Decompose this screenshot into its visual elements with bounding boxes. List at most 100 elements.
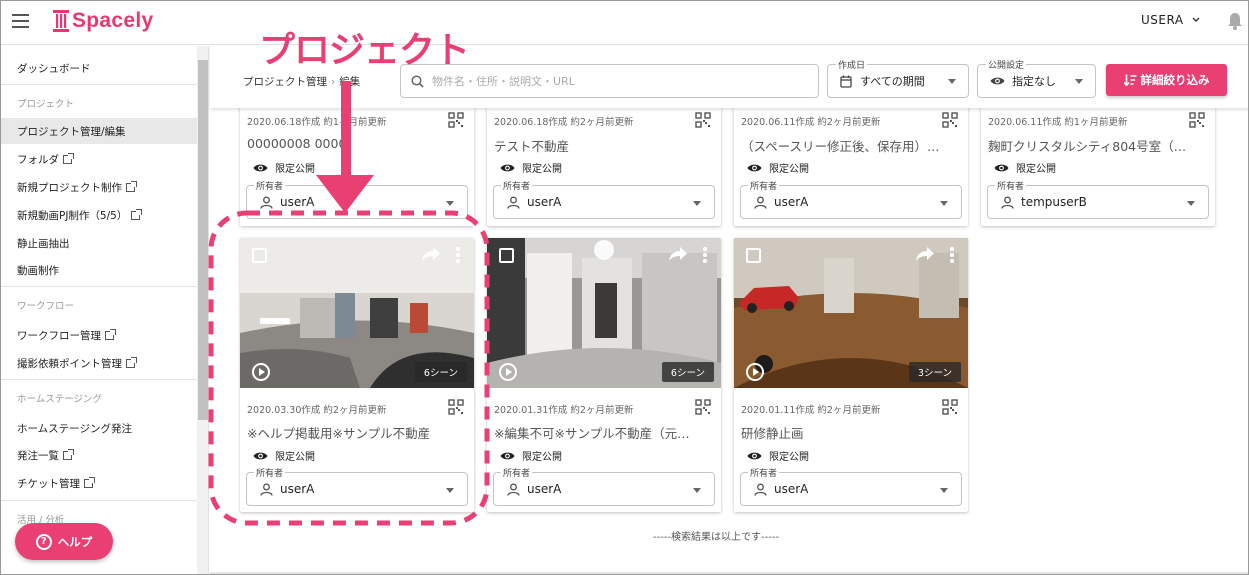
card-title[interactable]: ※編集不可※サンプル不動産（元… — [494, 423, 709, 442]
scene-count-badge: 6シーン — [414, 362, 467, 382]
card-date-meta: 2020.06.18作成 約2ヶ月前更新 — [494, 117, 634, 128]
sidebar-section-home-staging: ホームステージング — [17, 394, 103, 405]
visibility-label: 公開設定 — [986, 58, 1027, 71]
sidebar-item-label: ダッシュボード — [17, 62, 91, 75]
owner-select[interactable]: 所有者 userA — [246, 179, 468, 219]
qr-code-icon[interactable] — [695, 399, 711, 415]
select-checkbox[interactable] — [252, 248, 267, 263]
help-button[interactable]: ? ヘルプ — [15, 523, 113, 560]
search-placeholder: 物件名・住所・説明文・URL — [432, 75, 575, 88]
card-visibility: 限定公開 — [500, 448, 562, 463]
project-card[interactable]: 6シーン 2020.01.31作成 約2ヶ月前更新 ※編集不可※サンプル不動産（… — [487, 238, 721, 512]
spacely-logo[interactable]: Spacely — [53, 7, 154, 35]
owner-select[interactable]: 所有者 tempuserB — [987, 179, 1209, 219]
breadcrumb-separator: › — [331, 76, 336, 88]
share-icon[interactable] — [916, 247, 934, 261]
owner-label: 所有者 — [254, 179, 286, 192]
help-button-label: ヘルプ — [57, 534, 93, 549]
more-options-icon[interactable] — [950, 247, 954, 265]
qr-code-icon[interactable] — [448, 399, 464, 415]
breadcrumb: プロジェクト管理 › 編集 — [243, 74, 360, 89]
project-card[interactable]: 3シーン 2020.01.11作成 約2ヶ月前更新 研修静止画 限定公開 所有者… — [734, 238, 968, 512]
panorama-thumbnail[interactable]: 6シーン — [240, 238, 474, 388]
card-date-meta: 2020.06.18作成 約1ヶ月前更新 — [247, 117, 387, 128]
qr-code-icon[interactable] — [942, 112, 958, 128]
owner-select[interactable]: 所有者 userA — [246, 466, 468, 506]
owner-select[interactable]: 所有者 userA — [493, 179, 715, 219]
play-icon[interactable] — [252, 363, 270, 381]
help-icon: ? — [35, 533, 52, 550]
qr-code-icon[interactable] — [695, 112, 711, 128]
sidebar-item-label: 撮影依頼ポイント管理 — [17, 357, 122, 370]
qr-code-icon[interactable] — [448, 112, 464, 128]
share-icon[interactable] — [422, 247, 440, 261]
user-menu[interactable]: USERA — [1141, 13, 1200, 27]
eye-icon — [747, 164, 762, 171]
qr-code-icon[interactable] — [942, 399, 958, 415]
card-date-meta: 2020.01.31作成 約2ヶ月前更新 — [494, 405, 634, 416]
sidebar-item-label: 新規プロジェクト制作 — [17, 181, 122, 194]
project-card[interactable]: 6シーン 2020.03.30作成 約2ヶ月前更新 ※ヘルプ掲載用※サンプル不動… — [240, 238, 474, 512]
card-title[interactable]: ※ヘルプ掲載用※サンプル不動産 — [247, 423, 462, 442]
card-title[interactable]: テスト不動産 — [494, 136, 709, 155]
sidebar-item-order-list[interactable]: 発注一覧 — [1, 442, 197, 468]
advanced-filter-button[interactable]: 詳細絞り込み — [1106, 64, 1227, 96]
sidebar-item-home-staging-order[interactable]: ホームステージング発注 — [1, 415, 197, 441]
panorama-thumbnail[interactable]: 6シーン — [487, 238, 721, 388]
card-title[interactable]: 00000008 0000 — [247, 136, 462, 151]
sidebar-item-new-video-project[interactable]: 新規動画PJ制作（5/5） — [1, 202, 197, 228]
visibility-select[interactable]: 公開設定 指定なし — [977, 58, 1096, 98]
notification-bell-icon[interactable] — [1227, 12, 1243, 30]
sidebar-item-still-extract[interactable]: 静止画抽出 — [1, 230, 197, 256]
owner-select[interactable]: 所有者 userA — [740, 466, 962, 506]
menu-icon[interactable] — [12, 14, 29, 28]
eye-icon — [253, 164, 268, 171]
sidebar-item-shooting-points[interactable]: 撮影依頼ポイント管理 — [1, 350, 197, 376]
sidebar-item-dashboard[interactable]: ダッシュボード — [1, 55, 197, 81]
play-icon[interactable] — [746, 363, 764, 381]
sort-filter-icon — [1123, 74, 1136, 86]
sidebar-item-folder[interactable]: フォルダ — [1, 146, 197, 172]
filter-bar: プロジェクト管理 › 編集 物件名・住所・説明文・URL 作成日 すべての期間 公開… — [210, 46, 1248, 108]
sidebar-item-label: ホームステージング発注 — [17, 422, 132, 435]
qr-code-icon[interactable] — [1189, 112, 1205, 128]
person-icon — [507, 483, 520, 496]
more-options-icon[interactable] — [456, 247, 460, 265]
sidebar-item-project-management[interactable]: プロジェクト管理/編集 — [1, 118, 197, 144]
external-link-icon — [131, 208, 143, 220]
owner-select[interactable]: 所有者 userA — [493, 466, 715, 506]
owner-label: 所有者 — [501, 179, 533, 192]
search-input[interactable]: 物件名・住所・説明文・URL — [400, 64, 819, 98]
sidebar-item-new-project[interactable]: 新規プロジェクト制作 — [1, 174, 197, 200]
owner-label: 所有者 — [501, 466, 533, 479]
person-icon — [260, 483, 273, 496]
visibility-text: 限定公開 — [1016, 164, 1056, 175]
sidebar-scrollbar-thumb[interactable] — [198, 60, 208, 420]
user-name: USERA — [1141, 13, 1184, 27]
card-title[interactable]: 麹町クリスタルシティ804号室（… — [988, 136, 1203, 155]
person-icon — [507, 196, 520, 209]
card-title[interactable]: 研修静止画 — [741, 423, 956, 442]
card-visibility: 限定公開 — [747, 160, 809, 175]
share-icon[interactable] — [669, 247, 687, 261]
owner-select[interactable]: 所有者 userA — [740, 179, 962, 219]
external-link-icon — [84, 476, 95, 488]
more-options-icon[interactable] — [703, 247, 707, 265]
dropdown-arrow-icon — [940, 201, 948, 206]
select-checkbox[interactable] — [746, 248, 761, 263]
visibility-text: 限定公開 — [769, 164, 809, 175]
sidebar-item-ticket-management[interactable]: チケット管理 — [1, 470, 197, 496]
play-icon[interactable] — [499, 363, 517, 381]
breadcrumb-item[interactable]: プロジェクト管理 — [243, 76, 327, 88]
visibility-text: 限定公開 — [275, 164, 315, 175]
panorama-thumbnail[interactable]: 3シーン — [734, 238, 968, 388]
sidebar-item-workflow-management[interactable]: ワークフロー管理 — [1, 322, 197, 348]
scene-count-badge: 6シーン — [661, 362, 714, 382]
select-checkbox[interactable] — [499, 248, 514, 263]
sidebar-item-video-production[interactable]: 動画制作 — [1, 257, 197, 283]
card-title[interactable]: （スペースリー修正後、保存用）… — [741, 136, 956, 155]
created-date-select[interactable]: 作成日 すべての期間 — [827, 58, 969, 98]
main-content: プロジェクト管理 › 編集 物件名・住所・説明文・URL 作成日 すべての期間 公開… — [210, 46, 1248, 574]
owner-value: userA — [280, 482, 315, 496]
dropdown-arrow-icon — [940, 488, 948, 493]
